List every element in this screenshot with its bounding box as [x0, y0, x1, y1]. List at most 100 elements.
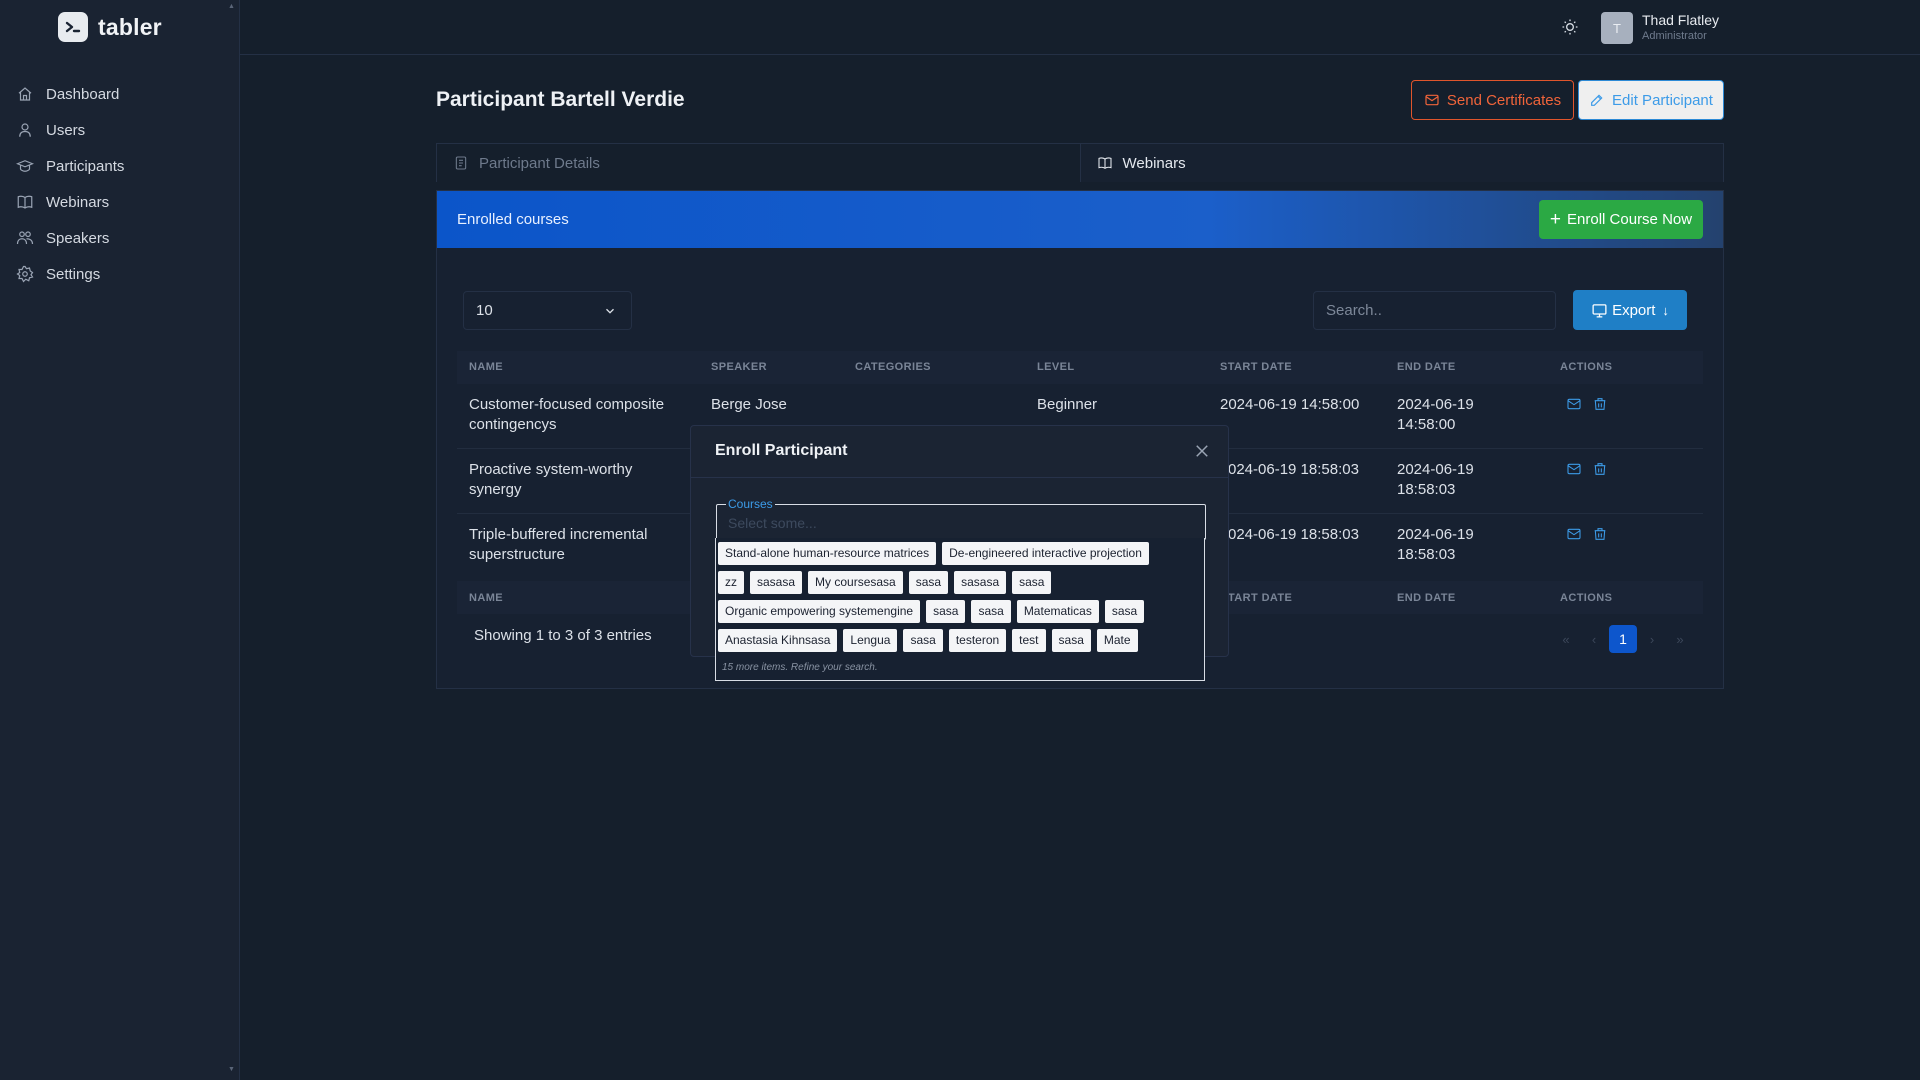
arrow-down-icon: ↓ [1662, 302, 1669, 318]
end-date: 2024-06-19 [1397, 396, 1474, 413]
export-button[interactable]: Export ↓ [1573, 290, 1687, 330]
course-name: Triple-buffered incremental [469, 526, 648, 543]
column-header-level[interactable]: Level [1037, 361, 1074, 373]
course-option[interactable]: test [1012, 629, 1046, 652]
book-icon [17, 195, 33, 209]
export-label: Export [1612, 301, 1656, 319]
enroll-course-button[interactable]: + Enroll Course Now [1539, 200, 1703, 239]
sidebar-item-participants[interactable]: Participants [16, 148, 226, 184]
first-page-button[interactable]: « [1553, 625, 1579, 653]
course-name: Proactive system-worthy [469, 461, 633, 478]
courses-dropdown: Stand-alone human-resource matrices De-e… [715, 538, 1205, 681]
course-option[interactable]: De-engineered interactive projection [942, 542, 1149, 565]
page-button[interactable]: 1 [1609, 625, 1637, 653]
sidebar-item-label: Participants [46, 157, 125, 175]
course-name-cont: contingencys [469, 416, 557, 433]
course-option[interactable]: My coursesasa [808, 571, 903, 594]
start-date: 024-06-19 18:58:03 [1228, 526, 1359, 543]
send-mail-icon[interactable] [1566, 461, 1582, 477]
scroll-down-arrow-icon[interactable]: ▼ [228, 1066, 235, 1073]
modal-title: Enroll Participant [715, 442, 848, 459]
send-mail-icon[interactable] [1566, 526, 1582, 542]
plus-icon: + [1549, 209, 1562, 230]
trash-icon[interactable] [1592, 461, 1608, 477]
sidebar-item-speakers[interactable]: Speakers [16, 220, 226, 256]
course-option[interactable]: sasa [1012, 571, 1052, 594]
brand-logo-link[interactable]: tabler [58, 12, 162, 42]
end-date: 2024-06-19 [1397, 526, 1474, 543]
entries-per-page-value: 10 [476, 302, 493, 319]
column-header-end-date[interactable]: End date [1397, 361, 1456, 373]
course-name-cont: superstructure [469, 546, 565, 563]
course-option[interactable]: sasa [926, 600, 966, 623]
page-title: Participant Bartell Verdie [436, 88, 685, 111]
sidebar-item-users[interactable]: Users [16, 112, 226, 148]
footer-header-actions: Actions [1560, 592, 1613, 604]
course-name-cont: synergy [469, 481, 522, 498]
option-row: Anastasia Kihnsasa Lengua sasa testeron … [718, 629, 1202, 652]
end-time: 18:58:03 [1397, 546, 1456, 563]
home-icon [18, 87, 32, 101]
course-option[interactable]: Stand-alone human-resource matrices [718, 542, 937, 565]
column-header-start-date[interactable]: Start date [1220, 361, 1292, 373]
table-header [457, 351, 1703, 384]
course-option[interactable]: sasasa [954, 571, 1007, 594]
sidebar: tabler ▲ ▼ Dashboard Users Participants … [0, 0, 240, 1080]
enroll-course-label: Enroll Course Now [1567, 211, 1693, 228]
terminal-logo-icon [58, 12, 88, 42]
option-row: zz sasasa My coursesasa sasa sasasa sasa [718, 571, 1202, 594]
course-option[interactable]: sasa [1104, 600, 1145, 623]
sidebar-item-label: Dashboard [46, 85, 120, 103]
footer-header-name: Name [469, 592, 503, 604]
column-header-speaker[interactable]: Speaker [711, 361, 767, 373]
user-role: Administrator [1642, 30, 1707, 42]
search-input[interactable] [1313, 291, 1556, 330]
entries-info: Showing 1 to 3 of 3 entries [474, 627, 652, 644]
tab-participant-details[interactable]: Participant Details [437, 144, 1080, 182]
prev-page-button[interactable]: ‹ [1581, 625, 1607, 653]
column-header-categories[interactable]: Categories [855, 361, 931, 373]
brand-name: tabler [98, 13, 162, 40]
sidebar-item-webinars[interactable]: Webinars [16, 184, 226, 220]
course-option[interactable]: zz [718, 571, 744, 594]
tab-bar: Participant Details Webinars [436, 143, 1724, 182]
trash-icon[interactable] [1592, 526, 1608, 542]
user-icon [19, 123, 31, 137]
avatar[interactable]: T [1601, 12, 1633, 44]
tab-webinars[interactable]: Webinars [1079, 144, 1723, 182]
close-icon[interactable] [1193, 442, 1211, 460]
trash-icon[interactable] [1592, 396, 1608, 412]
course-option[interactable]: Matematicas [1016, 600, 1099, 623]
sidebar-item-dashboard[interactable]: Dashboard [16, 76, 226, 112]
sun-icon[interactable] [1560, 17, 1580, 37]
course-option[interactable]: Mate [1096, 629, 1138, 652]
course-option[interactable]: sasa [1051, 629, 1091, 652]
course-option[interactable]: testeron [948, 629, 1007, 652]
course-option[interactable]: Organic empowering systemengine [718, 600, 921, 623]
user-name[interactable]: Thad Flatley [1642, 12, 1719, 28]
column-header-name[interactable]: Name [469, 361, 503, 373]
last-page-button[interactable]: » [1667, 625, 1693, 653]
send-certificates-button[interactable]: Send Certificates [1411, 80, 1574, 120]
next-page-button[interactable]: › [1639, 625, 1665, 653]
course-option[interactable]: Anastasia Kihnsasa [718, 629, 838, 652]
send-mail-icon[interactable] [1566, 396, 1582, 412]
gear-icon [16, 265, 34, 283]
edit-participant-label: Edit Participant [1612, 91, 1713, 109]
course-option[interactable]: sasa [971, 600, 1011, 623]
scroll-up-arrow-icon[interactable]: ▲ [228, 3, 235, 10]
edit-participant-button[interactable]: Edit Participant [1578, 80, 1724, 120]
course-option[interactable]: Lengua [843, 629, 898, 652]
courses-select-field[interactable]: Courses Select some... [716, 497, 1206, 540]
tab-label: Participant Details [479, 154, 600, 172]
course-option[interactable]: sasasa [750, 571, 803, 594]
footer-header-start-date: tart date [1228, 592, 1293, 604]
course-option[interactable]: sasa [903, 629, 943, 652]
course-option[interactable]: sasa [908, 571, 949, 594]
course-options: Stand-alone human-resource matrices De-e… [718, 542, 1202, 658]
end-date: 2024-06-19 [1397, 461, 1474, 478]
more-items-hint: 15 more items. Refine your search. [722, 662, 878, 673]
sidebar-item-settings[interactable]: Settings [16, 256, 226, 292]
entries-per-page-select[interactable]: 10 [463, 291, 632, 330]
users-group-icon [16, 231, 34, 245]
